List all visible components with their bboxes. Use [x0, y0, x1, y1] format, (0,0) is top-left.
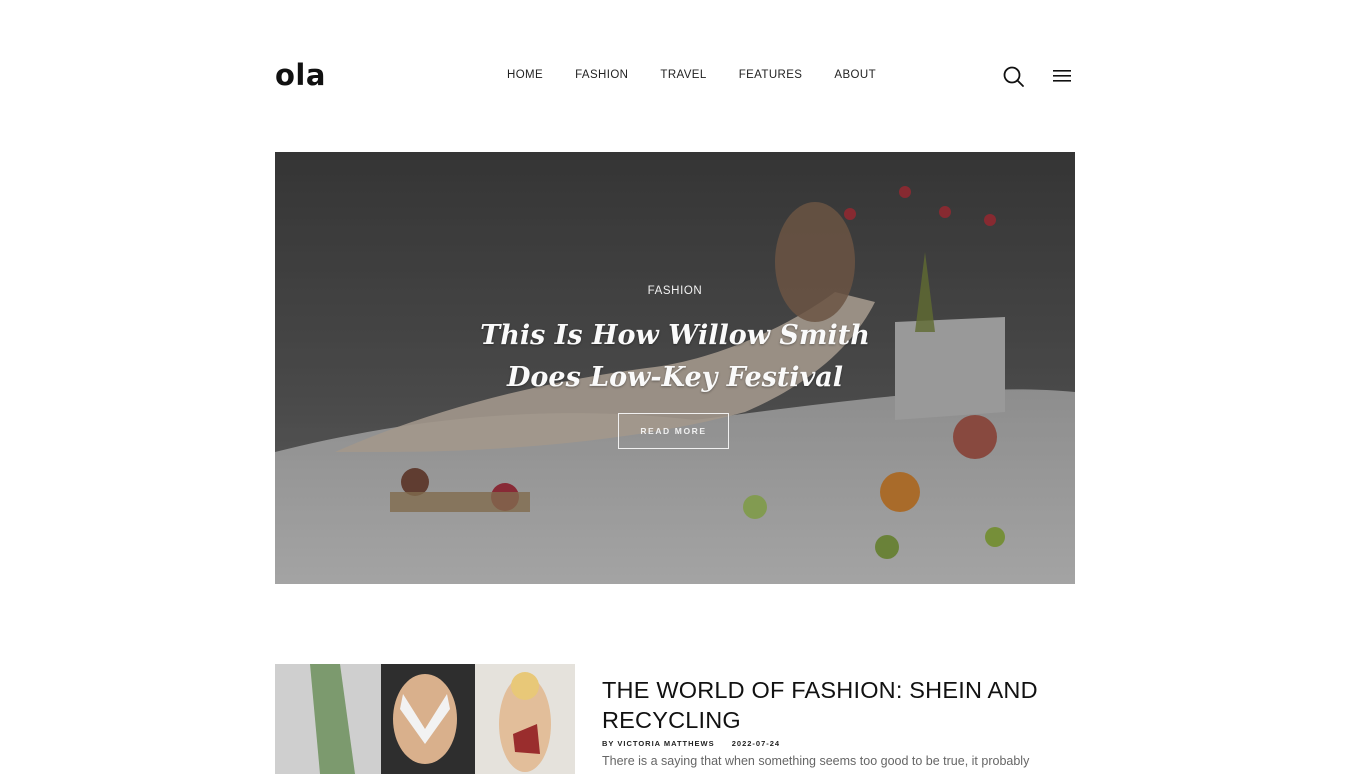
post-meta: BY VICTORIA MATTHEWS 2022-07-24: [602, 739, 794, 748]
main-nav: HOME FASHION TRAVEL FEATURES ABOUT: [507, 69, 908, 81]
nav-item-home[interactable]: HOME: [507, 69, 543, 81]
hero-title-line-1: This Is How Willow Smith: [480, 320, 870, 351]
nav-item-fashion[interactable]: FASHION: [575, 69, 628, 81]
hero-featured-post[interactable]: FASHION This Is How Willow Smith Does Lo…: [275, 152, 1075, 584]
search-icon[interactable]: [1002, 65, 1026, 89]
post-card: THE WORLD OF FASHION: SHEIN AND RECYCLIN…: [275, 664, 1075, 774]
post-thumbnail[interactable]: [275, 664, 575, 774]
nav-item-about[interactable]: ABOUT: [834, 69, 876, 81]
site-logo[interactable]: ola: [275, 58, 326, 92]
read-more-button[interactable]: READ MORE: [618, 413, 729, 449]
post-title[interactable]: THE WORLD OF FASHION: SHEIN AND RECYCLIN…: [602, 675, 1072, 735]
hero-category[interactable]: FASHION: [275, 285, 1075, 297]
post-author[interactable]: BY VICTORIA MATTHEWS: [602, 739, 715, 748]
site-header: ola HOME FASHION TRAVEL FEATURES ABOUT: [275, 56, 1075, 96]
nav-item-travel[interactable]: TRAVEL: [660, 69, 706, 81]
post-excerpt: There is a saying that when something se…: [602, 754, 1030, 768]
hero-title-line-2: Does Low-Key Festival: [506, 362, 844, 393]
hero-title[interactable]: This Is How Willow Smith Does Low-Key Fe…: [475, 315, 875, 399]
hamburger-menu-icon[interactable]: [1052, 68, 1072, 84]
post-date: 2022-07-24: [731, 739, 781, 748]
nav-item-features[interactable]: FEATURES: [739, 69, 803, 81]
